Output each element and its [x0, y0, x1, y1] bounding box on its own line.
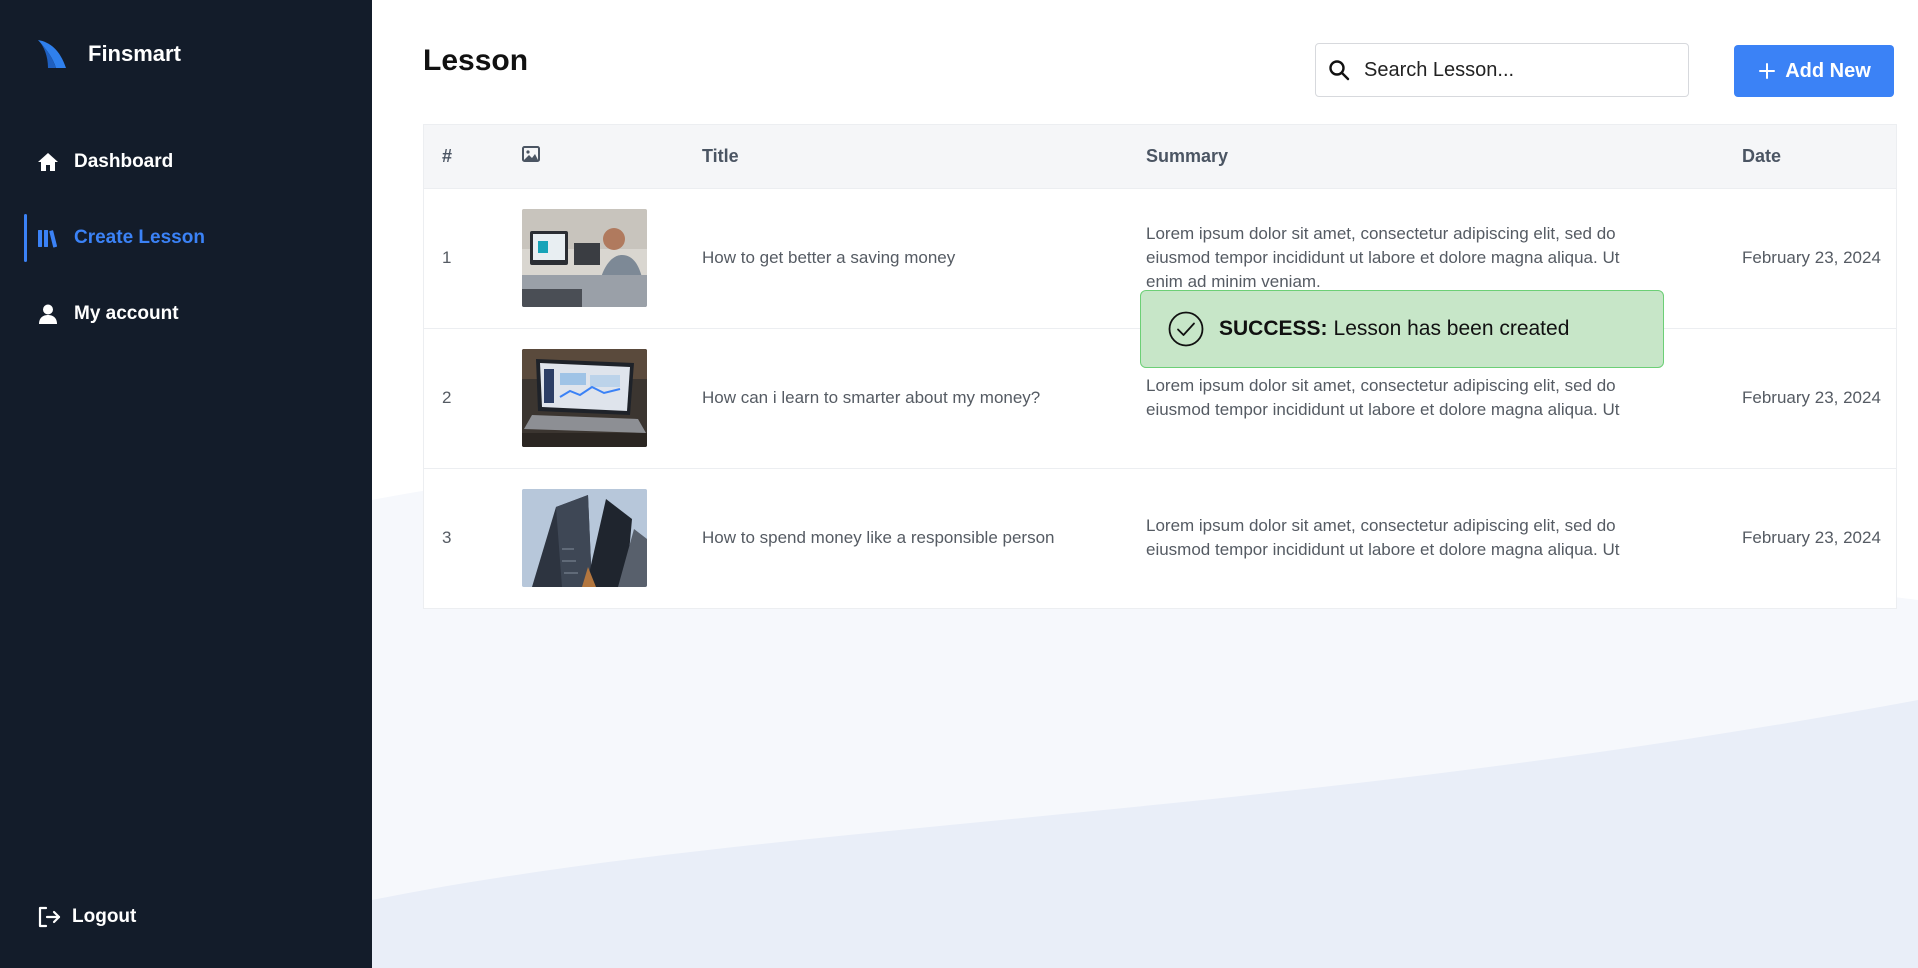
sidebar-item-my-account[interactable]: My account — [0, 290, 372, 338]
header-summary[interactable]: Summary — [1146, 125, 1742, 188]
sidebar-item-label: My account — [74, 303, 179, 324]
row-thumbnail-cell — [522, 328, 702, 468]
add-new-label: Add New — [1785, 59, 1871, 82]
row-title[interactable]: How to get better a saving money — [702, 188, 1146, 328]
row-num: 1 — [442, 248, 452, 267]
check-circle-icon — [1167, 310, 1205, 348]
page-title: Lesson — [423, 44, 529, 77]
toast-message: Lesson has been created — [1333, 317, 1570, 340]
header-num[interactable]: # — [424, 125, 522, 188]
header-image — [522, 125, 702, 188]
row-thumbnail-cell — [522, 468, 702, 608]
row-date: February 23, 2024 — [1742, 248, 1881, 267]
plus-icon — [1757, 61, 1777, 81]
image-icon — [522, 145, 540, 162]
row-date: February 23, 2024 — [1742, 388, 1881, 407]
header-title[interactable]: Title — [702, 125, 1146, 188]
add-new-button[interactable]: Add New — [1734, 45, 1894, 97]
office-workspace-photo[interactable] — [522, 209, 647, 307]
logout-label: Logout — [72, 906, 137, 927]
header-date[interactable]: Date — [1742, 125, 1896, 188]
row-title[interactable]: How can i learn to smarter about my mone… — [702, 328, 1146, 468]
table-header-row: # Title Summary Date — [424, 125, 1896, 188]
books-icon — [36, 226, 60, 250]
skyscrapers-photo[interactable] — [522, 489, 647, 588]
row-num: 2 — [442, 388, 452, 407]
row-num: 3 — [442, 528, 452, 548]
row-thumbnail-cell — [522, 188, 702, 328]
row-title[interactable]: How to spend money like a responsible pe… — [702, 468, 1146, 608]
table-row[interactable]: 3 How to spend money like a responsible … — [424, 468, 1896, 608]
search-input[interactable] — [1362, 57, 1666, 83]
main-content: Lesson Add New # — [372, 0, 1918, 968]
row-summary-text: Lorem ipsum dolor sit amet, consectetur … — [1146, 516, 1620, 560]
brand-name: Finsmart — [88, 41, 181, 66]
row-summary-text: Lorem ipsum dolor sit amet, consectetur … — [1146, 376, 1620, 419]
search-icon — [1328, 59, 1350, 81]
success-toast: SUCCESS: Lesson has been created — [1140, 290, 1664, 368]
logout-button[interactable]: Logout — [36, 904, 136, 930]
search-box[interactable] — [1315, 43, 1689, 97]
sidebar-item-label: Create Lesson — [74, 227, 205, 248]
toast-label: SUCCESS: — [1219, 317, 1328, 340]
user-icon — [36, 302, 60, 326]
sidebar-item-label: Dashboard — [74, 151, 174, 172]
logout-icon — [36, 904, 62, 930]
sidebar-nav: Dashboard Create Lesson My account — [0, 138, 372, 366]
sidebar-item-create-lesson[interactable]: Create Lesson — [0, 214, 372, 262]
finsmart-logo-icon — [38, 40, 66, 68]
sidebar: Finsmart Dashboard Create Lesson My acco… — [0, 0, 372, 968]
brand[interactable]: Finsmart — [36, 36, 181, 72]
row-summary: Lorem ipsum dolor sit amet, consectetur … — [1146, 468, 1742, 608]
row-date: February 23, 2024 — [1742, 528, 1881, 548]
row-summary-text: Lorem ipsum dolor sit amet, consectetur … — [1146, 224, 1620, 291]
laptop-dashboard-photo[interactable] — [522, 349, 647, 447]
home-icon — [36, 150, 60, 174]
sidebar-item-dashboard[interactable]: Dashboard — [0, 138, 372, 186]
